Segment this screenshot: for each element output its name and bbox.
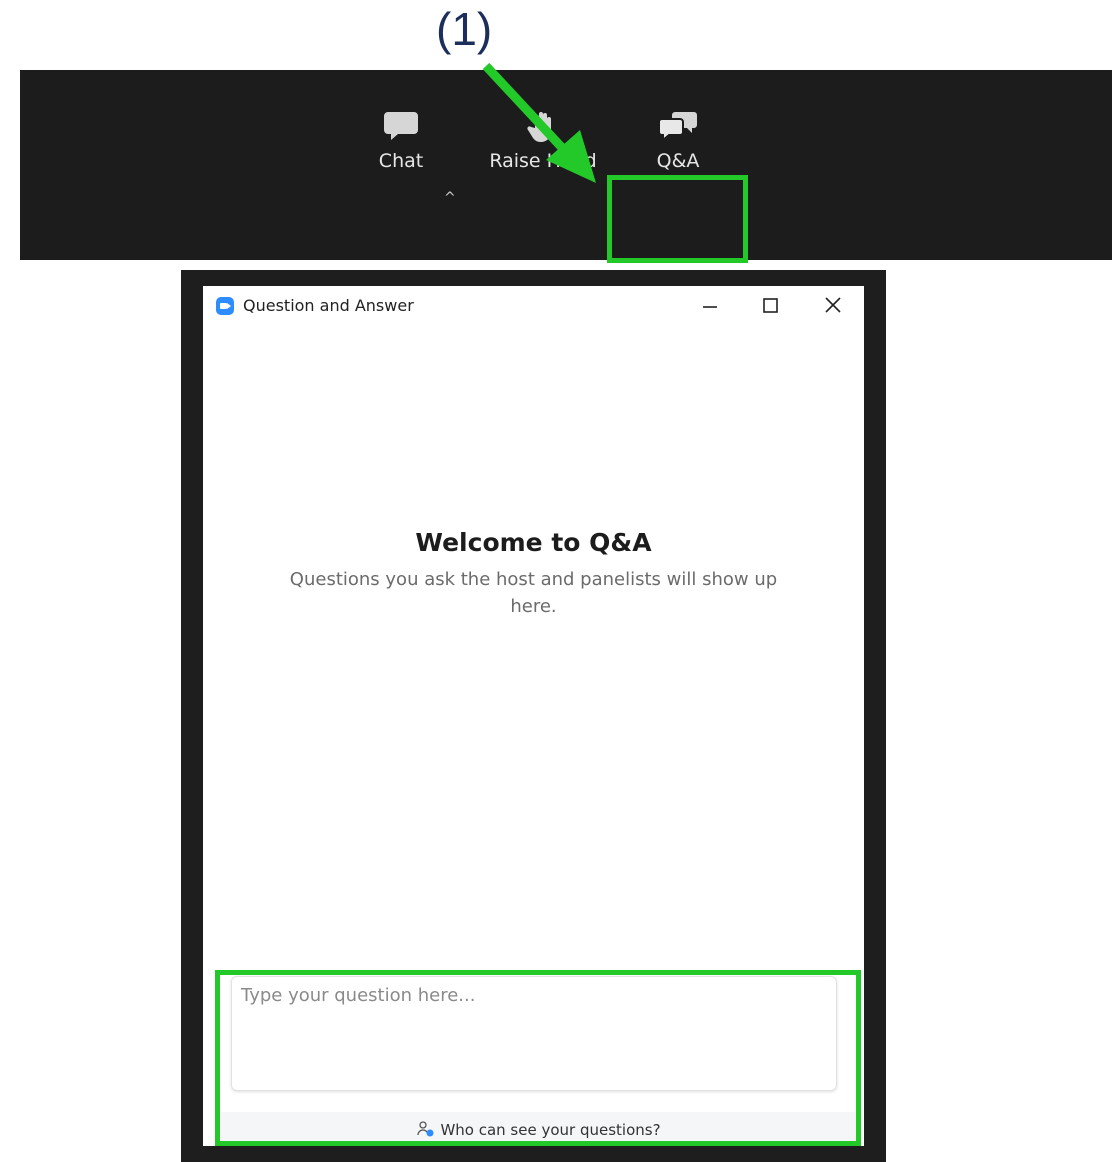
window-titlebar: Question and Answer (203, 286, 864, 326)
welcome-subtitle: Questions you ask the host and panelists… (289, 569, 778, 617)
maximize-icon[interactable] (756, 292, 786, 320)
question-input-highlight (215, 970, 861, 1146)
window-title: Question and Answer (243, 296, 414, 315)
pointer-arrow-icon (482, 62, 596, 183)
zoom-logo-icon (216, 297, 234, 315)
welcome-heading: Welcome to Q&A (415, 528, 652, 557)
close-icon[interactable] (818, 292, 848, 320)
minimize-icon[interactable] (695, 292, 725, 320)
